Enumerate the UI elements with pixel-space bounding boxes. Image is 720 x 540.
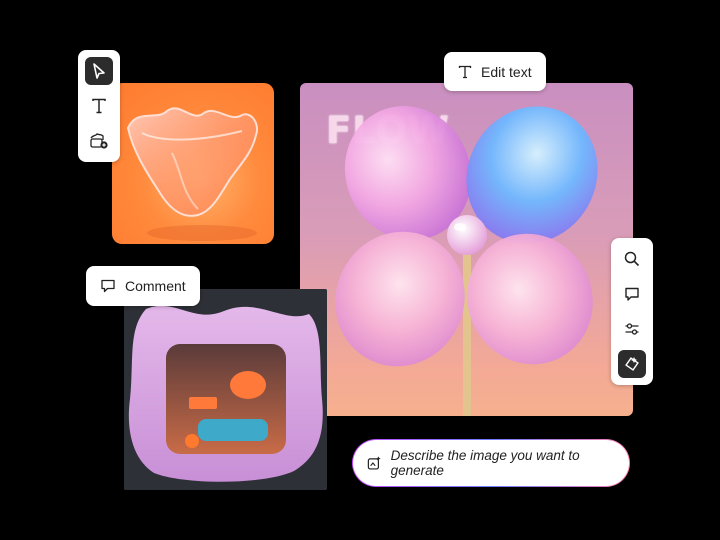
generative-fill-button[interactable]: [618, 350, 646, 378]
text-tool-icon: [92, 98, 106, 114]
search-button[interactable]: [618, 245, 646, 273]
balloon-flower-illustration: [335, 106, 598, 416]
storefront-image[interactable]: [124, 289, 327, 490]
prompt-placeholder: Describe the image you want to generate: [390, 448, 580, 478]
right-toolbar: [611, 238, 653, 385]
glass-bowl-image[interactable]: [112, 83, 274, 244]
generative-fill-icon: [625, 357, 639, 371]
flow-poster-image[interactable]: FLOW: [300, 83, 633, 416]
add-image-button[interactable]: [85, 127, 113, 155]
adjustments-button[interactable]: [618, 315, 646, 343]
edit-text-button[interactable]: Edit text: [444, 52, 546, 91]
comment-icon: [101, 279, 115, 293]
generate-image-icon: [367, 456, 381, 470]
text-tool-button[interactable]: [85, 92, 113, 120]
comment-tool-button[interactable]: [618, 280, 646, 308]
comment-label: Comment: [125, 278, 186, 294]
search-icon: [624, 251, 640, 267]
adjustments-icon: [625, 323, 639, 335]
edit-text-label: Edit text: [481, 63, 532, 80]
select-tool-button[interactable]: [85, 57, 113, 85]
select-pointer-icon: [93, 63, 105, 79]
text-icon: [458, 65, 472, 78]
add-image-icon: [90, 133, 108, 149]
glass-bowl-illustration: [126, 107, 258, 241]
storefront-illustration: [124, 289, 327, 490]
comment-icon: [625, 287, 639, 301]
left-toolbar: [78, 50, 120, 162]
comment-button[interactable]: Comment: [86, 266, 200, 306]
generate-prompt-input[interactable]: Describe the image you want to generate: [352, 439, 630, 487]
